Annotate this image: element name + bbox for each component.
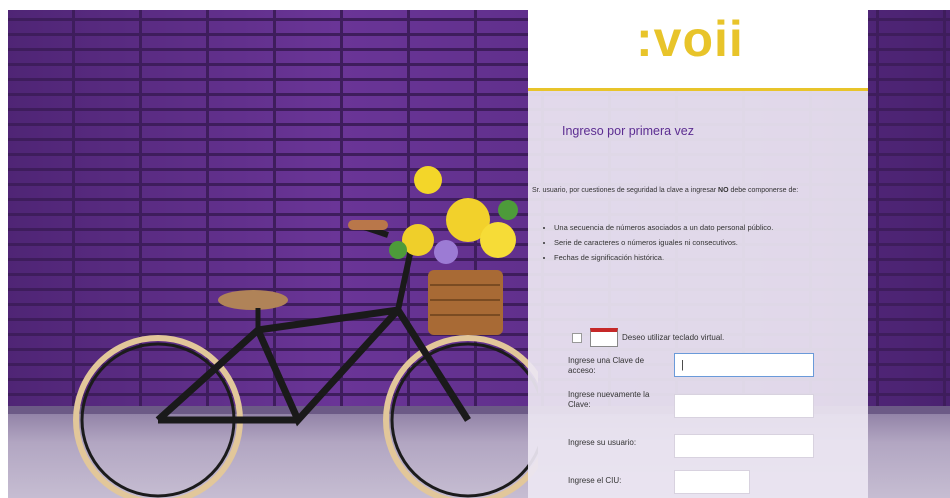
- password-rules-list: Una secuencia de números asociados a un …: [536, 222, 854, 267]
- username-field[interactable]: [674, 434, 814, 458]
- password-label: Ingrese una Clave de acceso:: [568, 356, 645, 375]
- notice-emphasis: NO: [718, 187, 729, 194]
- notice-prefix: Sr. usuario, por cuestiones de seguridad…: [532, 187, 717, 194]
- page-title: Ingreso por primera vez: [562, 124, 695, 138]
- logo-bar: :voii: [528, 10, 868, 91]
- virtual-keyboard-label: Deseo utilizar teclado virtual.: [622, 333, 725, 342]
- list-item: Serie de caracteres o números iguales ni…: [554, 237, 854, 248]
- bicycle-illustration: [73, 166, 538, 498]
- virtual-keyboard-checkbox[interactable]: [572, 332, 582, 343]
- password-confirm-field[interactable]: [674, 394, 814, 418]
- ciu-field[interactable]: [674, 470, 750, 494]
- voii-logo: :voii: [636, 11, 744, 67]
- list-item: Una secuencia de números asociados a un …: [554, 222, 854, 233]
- notice-suffix: debe componerse de:: [730, 187, 799, 194]
- security-notice: Sr. usuario, por cuestiones de seguridad…: [532, 186, 852, 196]
- username-label: Ingrese su usuario:: [568, 438, 637, 447]
- login-panel: :voii Ingreso por primera vez Sr. usuari…: [528, 10, 868, 498]
- password-confirm-label: Ingrese nuevamente la Clave:: [568, 390, 650, 409]
- keyboard-icon: [590, 328, 618, 347]
- ciu-label: Ingrese el CIU:: [568, 476, 622, 485]
- list-item: Fechas de significación histórica.: [554, 252, 854, 263]
- password-field[interactable]: [674, 353, 814, 377]
- virtual-keyboard-option: Deseo utilizar teclado virtual.: [572, 328, 724, 347]
